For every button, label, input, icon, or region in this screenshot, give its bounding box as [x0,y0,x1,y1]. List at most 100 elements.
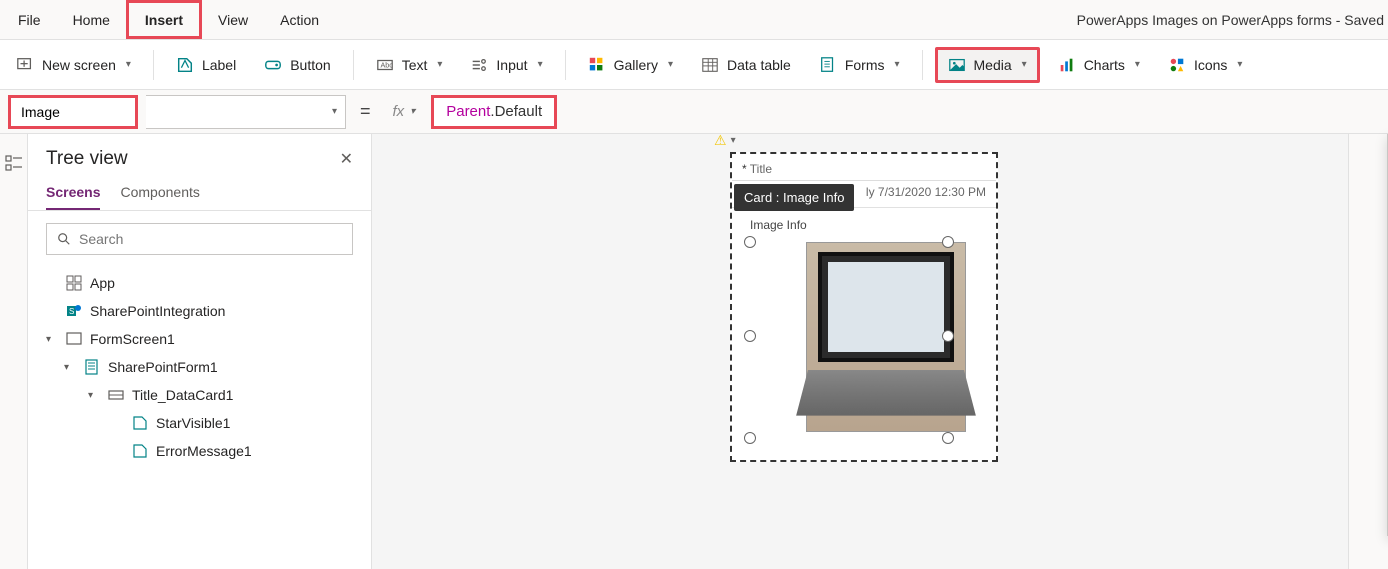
tree-list: App S SharePointIntegration ▾ FormScreen… [28,267,371,569]
chevron-down-icon: ▾ [437,59,442,70]
tree-node-sharepointform[interactable]: ▾ SharePointForm1 [28,353,371,381]
formula-input[interactable]: Parent.Default [431,95,557,129]
property-dropdown[interactable]: ▾ [146,95,346,129]
image-preview-keyboard [796,370,976,416]
chevron-down-icon: ▾ [332,106,337,117]
media-button[interactable]: Media ▾ [935,47,1040,83]
label-button[interactable]: Label [166,50,246,80]
warning-icon: ⚠ [714,132,727,149]
svg-text:S: S [69,307,74,316]
chevron-down-icon: ▾ [731,135,736,146]
chevron-down-icon[interactable]: ▾ [88,390,100,401]
fx-button[interactable]: fx ▾ [385,103,424,120]
node-label: SharePointForm1 [108,359,218,375]
right-panel-collapsed[interactable] [1348,134,1388,569]
resize-handle[interactable] [744,236,756,248]
menu-tab-view[interactable]: View [202,0,264,39]
app-title: PowerApps Images on PowerApps forms - Sa… [1077,12,1388,28]
node-label: SharePointIntegration [90,303,225,319]
charts-label: Charts [1084,57,1125,73]
warning-indicator[interactable]: ⚠ ▾ [714,132,736,149]
image-preview-screen [818,252,954,362]
label-icon [132,415,148,431]
node-label: ErrorMessage1 [156,443,252,459]
title-label: Title [750,162,772,176]
tree-tab-components[interactable]: Components [120,178,199,210]
tree-view-panel: Tree view ✕ Screens Components App S Sha… [28,134,372,569]
chevron-down-icon[interactable]: ▾ [64,362,76,373]
tree-node-formscreen[interactable]: ▾ FormScreen1 [28,325,371,353]
property-selector[interactable]: Image [8,95,138,129]
image-control[interactable] [750,242,986,442]
tree-node-starvisible[interactable]: StarVisible1 [28,409,371,437]
button-button[interactable]: Button [254,50,340,80]
new-screen-button[interactable]: New screen ▾ [6,50,141,80]
tree-node-app[interactable]: App [28,269,371,297]
resize-handle[interactable] [744,432,756,444]
chevron-down-icon[interactable]: ▾ [46,334,58,345]
media-label: Media [974,57,1012,73]
charts-icon [1058,56,1076,74]
search-input[interactable] [79,231,342,247]
input-icon [470,56,488,74]
button-label: Button [290,57,330,73]
forms-button[interactable]: Forms ▾ [809,50,910,80]
menu-bar: File Home Insert View Action PowerApps I… [0,0,1388,40]
tree-node-errormessage[interactable]: ErrorMessage1 [28,437,371,465]
forms-label: Forms [845,57,885,73]
icons-button[interactable]: Icons ▾ [1158,50,1253,80]
tree-node-title-datacard[interactable]: ▾ Title_DataCard1 [28,381,371,409]
charts-button[interactable]: Charts ▾ [1048,50,1150,80]
node-label: Title_DataCard1 [132,387,233,403]
datacard-icon [108,387,124,403]
forms-icon [819,56,837,74]
resize-handle[interactable] [942,432,954,444]
canvas[interactable]: ⚠ ▾ Card : Image Info * Title ly 7/31/20… [372,134,1348,569]
resize-handle[interactable] [942,236,954,248]
data-table-label: Data table [727,57,791,73]
input-button[interactable]: Input ▾ [460,50,552,80]
form-icon [84,359,100,375]
tree-view-rail-icon[interactable] [5,154,23,172]
card-title-field: * Title [732,154,996,181]
new-screen-icon [16,56,34,74]
resize-handle[interactable] [744,330,756,342]
button-icon [264,56,282,74]
label-label: Label [202,57,236,73]
resize-handle[interactable] [942,330,954,342]
input-label: Input [496,57,527,73]
gallery-button[interactable]: Gallery ▾ [578,50,683,80]
formula-token-parent: Parent [446,103,490,120]
main-area: Tree view ✕ Screens Components App S Sha… [0,134,1388,569]
tree-node-sharepoint-integration[interactable]: S SharePointIntegration [28,297,371,325]
label-icon [132,443,148,459]
chevron-down-icon: ▾ [1135,59,1140,70]
menu-tab-home[interactable]: Home [57,0,126,39]
close-icon[interactable]: ✕ [340,149,353,169]
fx-label: fx [393,103,405,120]
svg-text:Abc: Abc [380,60,393,69]
chevron-down-icon: ▾ [668,59,673,70]
app-icon [66,275,82,291]
tree-view-title: Tree view [46,148,128,170]
menu-tab-action[interactable]: Action [264,0,335,39]
tree-search[interactable] [46,223,353,255]
icons-label: Icons [1194,57,1227,73]
chevron-down-icon: ▾ [126,59,131,70]
chevron-down-icon: ▾ [1237,59,1242,70]
gallery-label: Gallery [614,57,658,73]
menu-tab-insert[interactable]: Insert [126,0,202,39]
text-button[interactable]: Abc Text ▾ [366,50,453,80]
text-label: Text [402,57,428,73]
chevron-down-icon: ▾ [1022,59,1027,70]
chevron-down-icon: ▾ [410,106,415,117]
left-rail [0,134,28,569]
chevron-down-icon: ▾ [894,59,899,70]
screen-icon [66,331,82,347]
tree-tab-screens[interactable]: Screens [46,178,100,210]
gallery-icon [588,56,606,74]
data-table-button[interactable]: Data table [691,50,801,80]
formula-bar: Image ▾ = fx ▾ Parent.Default [0,90,1388,134]
menu-tab-file[interactable]: File [2,0,57,39]
node-label: FormScreen1 [90,331,175,347]
